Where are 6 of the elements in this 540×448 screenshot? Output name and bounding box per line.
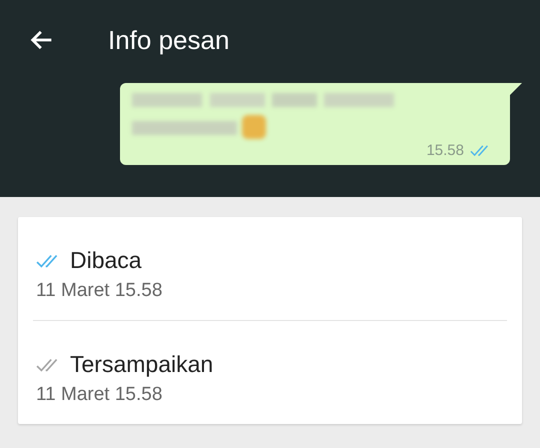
receipt-status: Tersampaikan <box>70 351 214 378</box>
receipt-status: Dibaca <box>70 247 142 274</box>
receipt-time: 11 Maret 15.58 <box>36 280 164 302</box>
screen-title: Info pesan <box>108 24 230 56</box>
message-time: 15.58 <box>426 142 464 159</box>
receipt-time: 11 Maret 15.58 <box>36 384 164 406</box>
